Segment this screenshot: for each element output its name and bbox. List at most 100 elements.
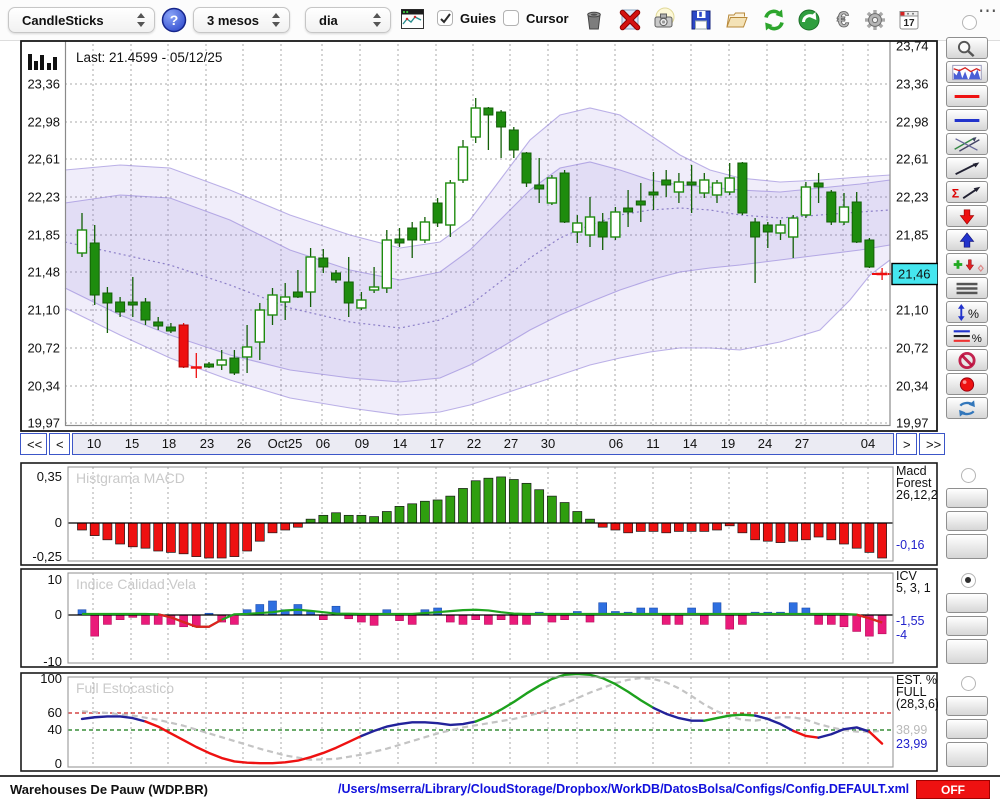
trendline-icon[interactable] xyxy=(946,157,988,179)
main-price-chart[interactable]: Last: 21.4599 - 05/12/25 23,36 22,98 22,61 2… xyxy=(20,40,938,432)
guies-label: Guies xyxy=(460,10,497,26)
cursor-label: Cursor xyxy=(526,10,569,26)
icv-panel-radio[interactable] xyxy=(961,573,976,588)
help-button[interactable]: ? xyxy=(161,7,187,33)
date-tick-label: 06 xyxy=(315,436,331,451)
forbidden-icon[interactable] xyxy=(946,349,988,371)
svg-text:0: 0 xyxy=(55,756,62,771)
date-tick-label: 27 xyxy=(503,436,519,451)
icv-percent-lines-icon[interactable]: undefined xyxy=(946,616,988,636)
svg-text:-4: -4 xyxy=(896,628,907,642)
nav-first-button[interactable]: << xyxy=(20,433,47,455)
svg-text:20,72: 20,72 xyxy=(27,341,60,356)
chart-type-select[interactable]: CandleSticks xyxy=(8,7,155,33)
save-icon[interactable] xyxy=(688,7,714,33)
red-line-icon[interactable] xyxy=(946,85,988,107)
chevron-updown-icon xyxy=(272,13,280,27)
svg-text:Last: 21.4599 - 05/12/25: Last: 21.4599 - 05/12/25 xyxy=(76,50,222,65)
stochastic-curve-icon[interactable]: undefined xyxy=(946,742,988,767)
percent-lines-icon[interactable]: % xyxy=(946,325,988,347)
status-bar: Warehouses De Pauw (WDP.BR) /Users/mserr… xyxy=(0,775,1000,800)
help-icon: ? xyxy=(161,7,187,33)
svg-text:10: 10 xyxy=(48,572,62,587)
arrow-up-blue-icon[interactable] xyxy=(946,229,988,251)
toolbar-radio[interactable] xyxy=(962,15,977,30)
refresh-icon[interactable] xyxy=(761,7,787,33)
zoom-icon[interactable] xyxy=(946,37,988,59)
add-signal-icon[interactable] xyxy=(946,253,988,275)
record-icon[interactable] xyxy=(946,373,988,395)
svg-text:19,97: 19,97 xyxy=(27,416,60,431)
stochastic-percent-lines-icon[interactable]: undefined xyxy=(946,719,988,739)
calendar-icon[interactable]: 17 xyxy=(896,7,922,33)
date-tick-label: 14 xyxy=(392,436,408,451)
sync-icon[interactable] xyxy=(796,7,822,33)
svg-text:20,34: 20,34 xyxy=(27,379,60,394)
date-tick-label: 14 xyxy=(682,436,698,451)
refresh-small-icon[interactable] xyxy=(946,397,988,419)
svg-text:23,36: 23,36 xyxy=(896,77,929,92)
date-tick-label: 27 xyxy=(794,436,810,451)
stochastic-panel[interactable]: 10060400Full Estocastico EST. %FULL(28,3,… xyxy=(20,672,938,772)
svg-text:-10: -10 xyxy=(43,654,62,668)
euro-icon[interactable]: € xyxy=(830,7,856,33)
date-tick-label: 17 xyxy=(429,436,445,451)
macd-percent-lines-icon[interactable]: undefined xyxy=(946,511,988,531)
guies-checkbox[interactable] xyxy=(437,10,453,26)
interval-value: dia xyxy=(319,12,338,28)
macd-panel-radio[interactable] xyxy=(961,468,976,483)
arrow-down-red-icon[interactable] xyxy=(946,205,988,227)
cursor-checkbox[interactable] xyxy=(503,10,519,26)
chart-window-icon[interactable] xyxy=(401,9,427,35)
svg-text:?: ? xyxy=(170,12,179,28)
svg-text:23,74: 23,74 xyxy=(896,40,929,54)
chevron-updown-icon xyxy=(373,13,381,27)
nav-last-button[interactable]: >> xyxy=(919,433,945,455)
off-button[interactable]: OFF xyxy=(916,780,990,799)
date-tick-label: 18 xyxy=(161,436,177,451)
config-path: /Users/mserra/Library/CloudStorage/Dropb… xyxy=(338,782,910,796)
svg-text:22,23: 22,23 xyxy=(27,190,60,205)
svg-text:21,85: 21,85 xyxy=(27,228,60,243)
chart-type-value: CandleSticks xyxy=(22,12,104,28)
svg-text:22,61: 22,61 xyxy=(896,152,929,167)
stochastic-panel-radio[interactable] xyxy=(961,676,976,691)
macd-updown-arrows-icon[interactable]: undefined xyxy=(946,488,988,508)
instrument-name: Warehouses De Pauw (WDP.BR) xyxy=(10,782,208,797)
svg-text:%: % xyxy=(972,333,982,345)
settings-gear-icon[interactable] xyxy=(862,7,888,33)
chart-preview-icon[interactable] xyxy=(946,61,988,83)
trash-icon[interactable] xyxy=(581,7,607,33)
svg-text:17: 17 xyxy=(903,18,915,29)
svg-text:26,12,26: 26,12,26 xyxy=(896,488,938,502)
lines-icon[interactable] xyxy=(946,277,988,299)
svg-text:€: € xyxy=(837,7,849,32)
svg-text:21,48: 21,48 xyxy=(27,265,60,280)
period-select[interactable]: 3 mesos xyxy=(193,7,290,33)
macd-histogram-panel[interactable]: 0,350-0,25Histgrama MACD MacdForest26,12,… xyxy=(20,462,938,566)
date-tick-label: 23 xyxy=(199,436,215,451)
icv-curve-icon[interactable]: undefined xyxy=(946,639,988,664)
icv-panel[interactable]: 100-10Indice Calidad Vela ICV5, 3, 1-1,55… xyxy=(20,568,938,668)
date-tick-label: 10 xyxy=(86,436,102,451)
overflow-menu-icon[interactable]: ⋯ xyxy=(978,0,998,23)
open-folder-icon[interactable] xyxy=(724,7,750,33)
svg-text:22,98: 22,98 xyxy=(27,115,60,130)
date-axis-strip[interactable]: 10 15 18 23 26 Oct25 06 09 14 17 22 27 30 06 11 14 19 24 2… xyxy=(72,433,894,455)
channel-icon[interactable] xyxy=(946,133,988,155)
delete-x-icon[interactable] xyxy=(617,7,643,33)
sum-trendline-icon[interactable]: Σ xyxy=(946,181,988,203)
stochastic-updown-arrows-icon[interactable]: undefined xyxy=(946,696,988,716)
icv-updown-arrows-icon[interactable]: undefined xyxy=(946,593,988,613)
svg-text:20,72: 20,72 xyxy=(896,341,929,356)
nav-prev-button[interactable]: < xyxy=(49,433,70,455)
svg-text:38,99: 38,99 xyxy=(896,723,927,737)
nav-next-button[interactable]: > xyxy=(896,433,917,455)
svg-text:22,98: 22,98 xyxy=(896,115,929,130)
macd-curve-icon[interactable]: undefined xyxy=(946,534,988,559)
measure-vertical-icon[interactable]: % xyxy=(946,301,988,323)
camera-icon[interactable] xyxy=(651,7,677,33)
period-value: 3 mesos xyxy=(207,12,260,28)
blue-line-icon[interactable] xyxy=(946,109,988,131)
interval-select[interactable]: dia xyxy=(305,7,391,33)
